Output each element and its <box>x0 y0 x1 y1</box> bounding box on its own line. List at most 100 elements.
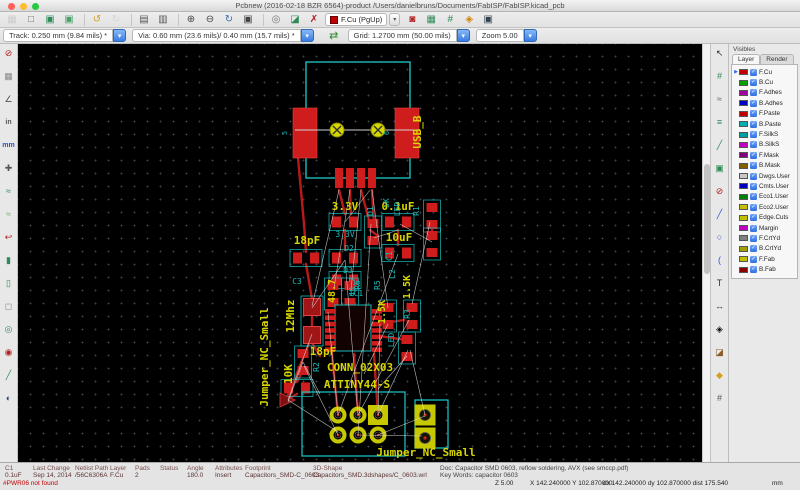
highlight-net-icon[interactable]: # <box>712 69 727 84</box>
layer-color-swatch[interactable] <box>739 162 748 169</box>
draw-circle-icon[interactable]: ○ <box>712 230 727 245</box>
layer-color-swatch[interactable] <box>739 204 748 211</box>
layer-color-swatch[interactable] <box>739 79 748 86</box>
print-icon[interactable]: ▤ <box>136 13 152 27</box>
layer-color-swatch[interactable] <box>739 256 748 263</box>
draw-arc-icon[interactable]: ( <box>712 253 727 268</box>
drill-map-icon[interactable]: ◆ <box>712 368 727 383</box>
layer-visibility-checkbox[interactable]: ✓ <box>750 110 757 118</box>
track-width-select[interactable]: Track: 0.250 mm (9.84 mils) * ▾ <box>3 29 127 42</box>
layer-visibility-checkbox[interactable]: ✓ <box>750 99 757 107</box>
zoom-select[interactable]: Zoom 5.00 ▾ <box>475 29 537 42</box>
vertical-scrollbar[interactable] <box>702 44 710 462</box>
footprint-editor-icon[interactable]: ▣ <box>42 13 58 27</box>
units-mm-icon[interactable]: mm <box>1 138 16 153</box>
drc-icon[interactable]: ✗ <box>306 13 322 27</box>
layer-row-edge-cuts[interactable]: ✓ Edge.Cuts <box>733 212 797 222</box>
redo-icon[interactable]: ↻ <box>108 13 124 27</box>
layer-color-swatch[interactable] <box>739 141 748 148</box>
layer-row-f-paste[interactable]: ✓ F.Paste <box>733 109 797 119</box>
undo-redo-list-icon[interactable]: ◙ <box>404 13 420 27</box>
footprint-wizard-icon[interactable]: ◪ <box>287 13 303 27</box>
layer-color-swatch[interactable] <box>739 183 748 190</box>
layer-color-swatch[interactable] <box>739 89 748 96</box>
layer-row-f-mask[interactable]: ✓ F.Mask <box>733 150 797 160</box>
layer-row-b-paste[interactable]: ✓ B.Paste <box>733 119 797 129</box>
units-inch-icon[interactable]: in <box>1 115 16 130</box>
layer-color-swatch[interactable] <box>739 245 748 252</box>
layer-row-f-fab[interactable]: ✓ F.Fab <box>733 254 797 264</box>
ratsnest-lines-icon[interactable]: ≡ <box>712 115 727 130</box>
layer-visibility-checkbox[interactable]: ✓ <box>750 68 757 76</box>
zone-off-icon[interactable]: ◻ <box>1 299 16 314</box>
layer-visibility-checkbox[interactable]: ✓ <box>750 79 757 87</box>
layer-visibility-checkbox[interactable]: ✓ <box>750 141 757 149</box>
layer-visibility-checkbox[interactable]: ✓ <box>750 224 757 232</box>
layer-row-b-cu[interactable]: ✓ B.Cu <box>733 77 797 87</box>
layer-visibility-checkbox[interactable]: ✓ <box>750 193 757 201</box>
layer-row-b-mask[interactable]: ✓ B.Mask <box>733 161 797 171</box>
layer-row-b-fab[interactable]: ✓ B.Fab <box>733 264 797 274</box>
3d-viewer-icon[interactable]: ▣ <box>480 13 496 27</box>
chevron-down-icon[interactable]: ▾ <box>456 29 470 42</box>
zoom-in-icon[interactable]: ⊕ <box>183 13 199 27</box>
layer-row-cmts-user[interactable]: ✓ Cmts.User <box>733 181 797 191</box>
layer-visibility-checkbox[interactable]: ✓ <box>750 131 757 139</box>
layer-row-b-crtyd[interactable]: ✓ B.CrtYd <box>733 244 797 254</box>
tracks-sketch-icon[interactable]: ╱ <box>1 368 16 383</box>
layer-color-swatch[interactable] <box>739 266 748 273</box>
layer-visibility-checkbox[interactable]: ✓ <box>750 162 757 170</box>
layer-row-b-adhes[interactable]: ✓ B.Adhes <box>733 98 797 108</box>
layer-visibility-checkbox[interactable]: ✓ <box>750 203 757 211</box>
autoroute-mode-icon[interactable]: ▣ <box>712 161 727 176</box>
zoom-redraw-icon[interactable]: ↻ <box>221 13 237 27</box>
layer-visibility-checkbox[interactable]: ✓ <box>750 266 757 274</box>
find-icon[interactable]: ◎ <box>268 13 284 27</box>
layer-row-f-crtyd[interactable]: ✓ F.CrtYd <box>733 233 797 243</box>
layer-row-dwgs-user[interactable]: ✓ Dwgs.User <box>733 171 797 181</box>
grid-show-icon[interactable]: ▦ <box>423 13 439 27</box>
ratsnest-show-icon[interactable]: ≈ <box>1 184 16 199</box>
tab-layer[interactable]: Layer <box>732 54 761 64</box>
layer-visibility-checkbox[interactable]: ✓ <box>750 172 757 180</box>
undo-icon[interactable]: ↺ <box>89 13 105 27</box>
local-ratsnest-icon[interactable]: ≈ <box>712 92 727 107</box>
plot-icon[interactable]: ▥ <box>155 13 171 27</box>
footprint-browser-icon[interactable]: ▣ <box>61 13 77 27</box>
add-target-icon[interactable]: ◈ <box>712 322 727 337</box>
polar-coords-icon[interactable]: ∠ <box>1 92 16 107</box>
add-text-icon[interactable]: T <box>712 276 727 291</box>
save-icon[interactable]: ▦ <box>4 13 20 27</box>
ratsnest-footprint-icon[interactable]: ≈ <box>1 207 16 222</box>
delete-item-icon[interactable]: ◪ <box>712 345 727 360</box>
draw-line-icon[interactable]: ╱ <box>712 207 727 222</box>
mode-footprint-icon[interactable]: ◈ <box>461 13 477 27</box>
grid-visibility-icon[interactable]: ▦ <box>1 69 16 84</box>
select-arrow-icon[interactable]: ↖ <box>712 46 727 61</box>
route-track-icon[interactable]: ╱ <box>712 138 727 153</box>
grid-select[interactable]: Grid: 1.2700 mm (50.00 mils) ▾ <box>347 29 470 42</box>
layer-color-swatch[interactable] <box>739 214 748 221</box>
layer-row-f-adhes[interactable]: ✓ F.Adhes <box>733 88 797 98</box>
layer-visibility-checkbox[interactable]: ✓ <box>750 234 757 242</box>
high-contrast-icon[interactable]: ◐ <box>1 391 16 406</box>
grid-origin-icon[interactable]: # <box>712 391 727 406</box>
layer-color-swatch[interactable] <box>739 225 748 232</box>
vias-sketch-icon[interactable]: ◉ <box>1 345 16 360</box>
auto-track-width-icon[interactable]: ⇄ <box>326 29 342 43</box>
via-size-select[interactable]: Via: 0.60 mm (23.6 mils)/ 0.40 mm (15.7 … <box>132 29 314 42</box>
chevron-down-icon[interactable]: ▾ <box>300 29 314 42</box>
chevron-down-icon[interactable]: ▾ <box>523 29 537 42</box>
layer-visibility-checkbox[interactable]: ✓ <box>750 120 757 128</box>
microwave-off-icon[interactable]: ⊘ <box>712 184 727 199</box>
layer-row-eco1-user[interactable]: ✓ Eco1.User <box>733 192 797 202</box>
layer-color-swatch[interactable] <box>739 110 748 117</box>
layer-row-f-cu[interactable]: ▶ ✓ F.Cu <box>733 67 797 77</box>
layer-color-swatch[interactable] <box>739 152 748 159</box>
active-layer-select[interactable]: F.Cu (PgUp) <box>325 13 388 26</box>
layer-color-swatch[interactable] <box>739 235 748 242</box>
layer-visibility-checkbox[interactable]: ✓ <box>750 245 757 253</box>
layer-visibility-checkbox[interactable]: ✓ <box>750 89 757 97</box>
layer-row-b-silks[interactable]: ✓ B.SilkS <box>733 140 797 150</box>
layer-color-swatch[interactable] <box>739 121 748 128</box>
